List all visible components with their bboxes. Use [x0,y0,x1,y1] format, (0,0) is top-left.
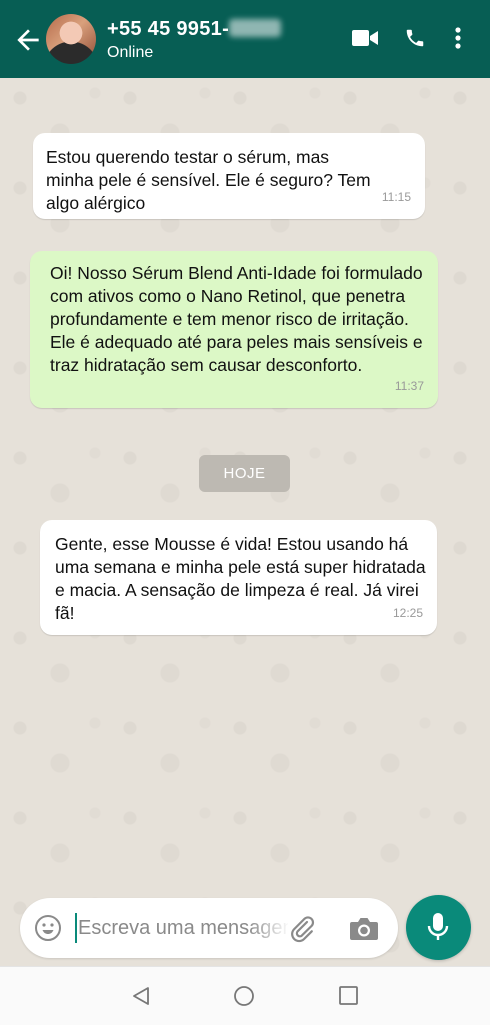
video-call-icon[interactable] [352,28,378,48]
back-arrow-icon[interactable] [12,24,44,56]
date-chip: HOJE [199,455,290,492]
contact-name: +55 45 9951- [107,18,230,40]
message-time: 11:37 [394,379,424,393]
input-fade [248,910,290,946]
nav-home-icon[interactable] [233,985,255,1007]
message-text: Gente, esse Mousse é vida! Estou usando … [55,534,426,623]
mic-icon [427,913,449,940]
message-text: Estou querendo testar o sérum, mas minha… [46,147,371,213]
system-nav-bar [0,966,490,1025]
emoji-icon[interactable] [34,914,62,942]
message-time: 11:15 [381,190,411,204]
text-cursor [75,913,77,943]
message-outgoing[interactable]: Oi! Nosso Sérum Blend Anti-Idade foi for… [30,251,438,408]
avatar[interactable] [46,14,96,64]
mic-button[interactable] [406,895,471,960]
message-incoming[interactable]: Gente, esse Mousse é vida! Estou usando … [40,520,437,635]
chat-header: +55 45 9951- Online [0,0,490,78]
message-text: Oi! Nosso Sérum Blend Anti-Idade foi for… [50,263,423,375]
redacted-number [229,19,282,37]
contact-info[interactable]: +55 45 9951- Online [107,18,282,62]
contact-status: Online [107,44,154,61]
message-composer [20,898,398,958]
message-incoming[interactable]: Estou querendo testar o sérum, mas minha… [33,133,425,219]
message-time: 12:25 [392,606,423,620]
phone-icon[interactable] [404,27,426,49]
nav-recent-icon[interactable] [338,985,359,1006]
paperclip-icon[interactable] [288,913,316,943]
nav-back-icon[interactable] [130,985,152,1007]
camera-icon[interactable] [349,916,379,941]
more-vert-icon[interactable] [454,26,462,50]
